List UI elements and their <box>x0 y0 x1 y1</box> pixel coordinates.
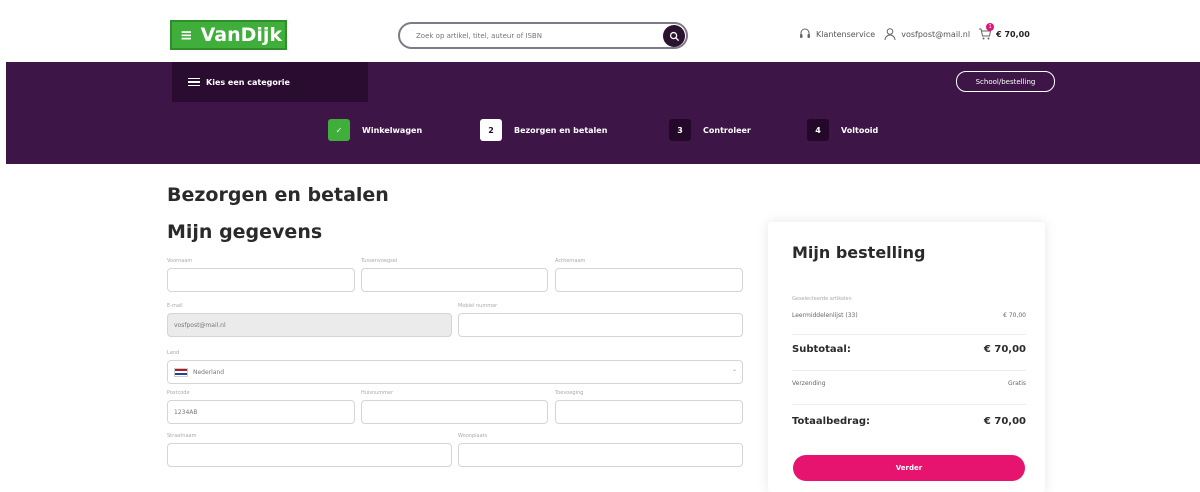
cart-link[interactable]: 1 € 70,00 <box>978 23 1030 41</box>
step-cart[interactable]: ✓ Winkelwagen <box>328 118 422 142</box>
last-name-label: Achternaam <box>555 258 586 264</box>
total-row: Totaalbedrag: € 70,00 <box>792 416 1026 427</box>
step-review: 3 Controleer <box>669 118 751 142</box>
shipping-value: Gratis <box>1008 380 1026 387</box>
subtotal-value: € 70,00 <box>983 344 1026 355</box>
step-complete: 4 Voltooid <box>807 118 878 142</box>
step-review-label: Controleer <box>703 125 751 135</box>
step-delivery-number: 2 <box>480 119 502 141</box>
search-button[interactable] <box>663 25 685 47</box>
street-field[interactable] <box>167 443 452 467</box>
subtotal-label: Subtotaal: <box>792 344 851 355</box>
total-value: € 70,00 <box>983 416 1026 427</box>
divider <box>792 334 1026 335</box>
order-item-name: Leermiddelenlijst (33) <box>792 312 858 319</box>
subtotal-row: Subtotaal: € 70,00 <box>792 344 1026 355</box>
category-menu-label: Kies een categorie <box>206 77 290 87</box>
check-icon: ✓ <box>328 119 350 141</box>
house-number-label: Huisnummer <box>361 390 394 396</box>
middle-name-group: Tussenvoegsel <box>361 258 548 292</box>
last-name-field[interactable] <box>555 268 743 292</box>
addition-field[interactable] <box>555 400 743 424</box>
step-complete-label: Voltooid <box>841 125 879 135</box>
customer-service-link[interactable]: Klantenservice <box>798 27 875 41</box>
email-label: E-mail <box>167 303 183 309</box>
header-links: Klantenservice vosfpost@mail.nl 1 € 70,0… <box>798 23 1038 44</box>
divider <box>792 370 1026 371</box>
house-number-field[interactable] <box>361 400 548 424</box>
site-header: ≡ VanDijk Klantenservice vosfpost@mail.n… <box>0 0 1200 62</box>
step-complete-number: 4 <box>807 119 829 141</box>
next-button[interactable]: Verder <box>793 455 1025 481</box>
middle-name-field[interactable] <box>361 268 548 292</box>
account-label: vosfpost@mail.nl <box>901 29 971 39</box>
search-icon <box>669 31 679 41</box>
account-link[interactable]: vosfpost@mail.nl <box>883 27 970 41</box>
page-title: Bezorgen en betalen <box>167 184 389 206</box>
email-group: E-mail vosfpost@mail.nl <box>167 303 452 337</box>
section-title: Mijn gegevens <box>167 221 323 243</box>
user-icon <box>884 28 896 41</box>
category-navbar: Kies een categorie School/bestelling ✓ W… <box>6 62 1200 164</box>
cart-total: € 70,00 <box>996 29 1030 39</box>
phone-field[interactable] <box>458 313 743 337</box>
search-bar <box>398 22 688 49</box>
country-value: Nederland <box>193 368 225 376</box>
order-item-price: € 70,00 <box>1003 312 1026 319</box>
brand-name: VanDijk <box>200 24 283 46</box>
email-field[interactable]: vosfpost@mail.nl <box>167 313 452 337</box>
cart-count-badge: 1 <box>986 23 995 31</box>
country-group: Land Nederland ⌄ <box>167 350 743 384</box>
house-number-group: Huisnummer <box>361 390 548 424</box>
country-select[interactable]: Nederland <box>167 360 743 384</box>
search-input[interactable] <box>416 29 646 43</box>
school-order-button[interactable]: School/bestelling <box>956 71 1055 92</box>
hamburger-icon <box>188 76 200 89</box>
first-name-group: Voornaam <box>167 258 355 292</box>
last-name-group: Achternaam <box>555 258 743 292</box>
step-cart-label: Winkelwagen <box>362 125 423 135</box>
city-group: Woonplaats <box>458 433 743 467</box>
logo-mark-icon: ≡ <box>180 26 193 44</box>
chevron-down-icon: ⌄ <box>731 366 737 373</box>
divider <box>792 404 1026 405</box>
city-label: Woonplaats <box>458 433 488 439</box>
street-label: Straatnaam <box>167 433 197 439</box>
phone-group: Mobiel nummer <box>458 303 743 337</box>
postcode-field[interactable]: 1234AB <box>167 400 355 424</box>
middle-name-label: Tussenvoegsel <box>361 258 398 264</box>
step-delivery: 2 Bezorgen en betalen <box>480 118 607 142</box>
postcode-group: Postcode 1234AB <box>167 390 355 424</box>
shipping-label: Verzending <box>792 380 826 387</box>
phone-label: Mobiel nummer <box>458 303 498 309</box>
customer-service-label: Klantenservice <box>816 29 876 39</box>
checkout-steps: ✓ Winkelwagen 2 Bezorgen en betalen 3 Co… <box>6 102 1200 164</box>
shipping-row: Verzending Gratis <box>792 380 1026 387</box>
country-label: Land <box>167 350 180 356</box>
netherlands-flag-icon <box>174 367 188 377</box>
addition-group: Toevoeging <box>555 390 743 424</box>
postcode-label: Postcode <box>167 390 190 396</box>
order-list-label: Geselecteerde artikelen <box>792 296 852 302</box>
addition-label: Toevoeging <box>555 390 584 396</box>
brand-logo[interactable]: ≡ VanDijk <box>170 20 287 50</box>
first-name-label: Voornaam <box>167 258 193 264</box>
first-name-field[interactable] <box>167 268 355 292</box>
headset-icon <box>800 28 810 38</box>
order-summary: Mijn bestelling Geselecteerde artikelen … <box>768 222 1045 492</box>
category-menu-button[interactable]: Kies een categorie <box>172 62 368 102</box>
total-label: Totaalbedrag: <box>792 416 871 427</box>
city-field[interactable] <box>458 443 743 467</box>
street-group: Straatnaam <box>167 433 452 467</box>
order-item-row: Leermiddelenlijst (33) € 70,00 <box>792 312 1026 319</box>
order-title: Mijn bestelling <box>792 243 926 262</box>
step-review-number: 3 <box>669 119 691 141</box>
step-delivery-label: Bezorgen en betalen <box>514 125 608 135</box>
